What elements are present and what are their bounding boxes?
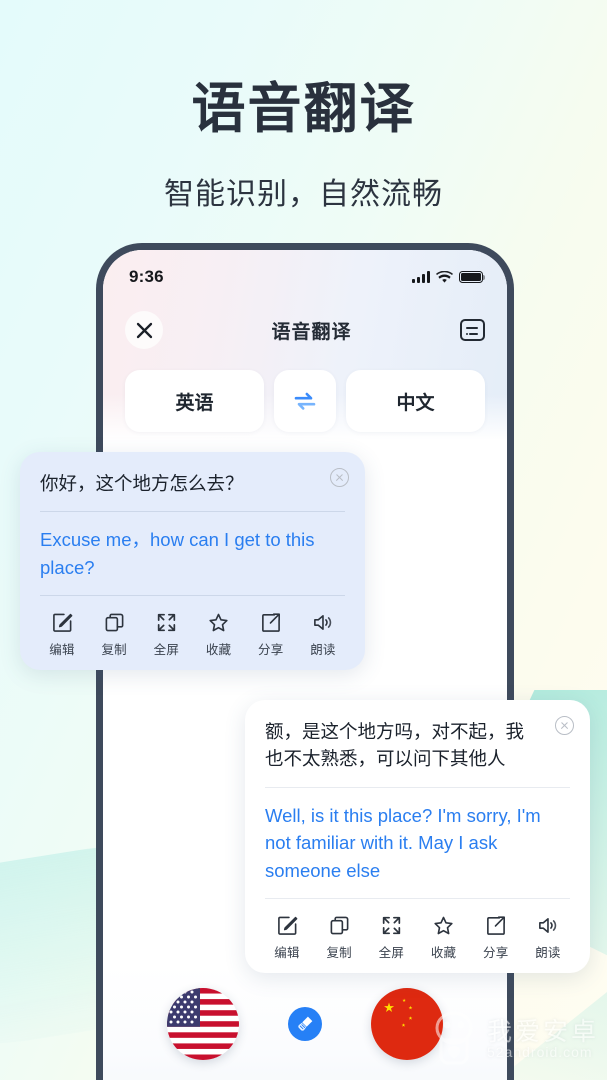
copy-icon (104, 612, 125, 633)
fullscreen-icon (156, 612, 177, 633)
action-label: 编辑 (49, 643, 75, 658)
action-speak[interactable]: 朗读 (303, 612, 343, 658)
action-label: 朗读 (535, 945, 561, 960)
message-actions: 编辑 复制 全屏 收藏 分享 朗读 (265, 913, 570, 961)
action-label: 全屏 (378, 945, 405, 960)
action-copy[interactable]: 复制 (319, 915, 359, 961)
action-label: 收藏 (205, 643, 232, 658)
wifi-icon (436, 270, 453, 283)
app-nav-bar: 语音翻译 (103, 302, 507, 358)
page-subtitle: 智能识别，自然流畅 (164, 178, 443, 211)
us-flag-icon[interactable] (167, 988, 240, 1060)
app-title: 语音翻译 (271, 321, 352, 343)
action-edit[interactable]: 编辑 (267, 915, 307, 961)
edit-icon (277, 915, 298, 936)
action-fullscreen[interactable]: 全屏 (146, 612, 186, 658)
speaker-icon (312, 612, 333, 633)
action-label: 朗读 (310, 643, 336, 658)
message-bubble[interactable]: 额，是这个地方吗，对不起，我也不太熟悉，可以问下其他人 Well, is it … (245, 700, 590, 973)
action-favorite[interactable]: 收藏 (424, 915, 464, 961)
swap-language-button[interactable] (274, 370, 336, 432)
message-actions: 编辑 复制 全屏 收藏 分享 朗读 (40, 610, 345, 658)
action-edit[interactable]: 编辑 (42, 612, 82, 658)
clear-button[interactable] (287, 1007, 322, 1041)
action-speak[interactable]: 朗读 (528, 915, 568, 961)
star-icon (208, 612, 229, 633)
action-label: 复制 (326, 945, 352, 960)
status-bar: 9:36 (103, 250, 507, 294)
bubble-divider (265, 897, 570, 899)
edit-icon (52, 612, 73, 633)
close-button[interactable] (125, 311, 163, 349)
action-label: 收藏 (430, 945, 457, 960)
bubble-divider (40, 511, 345, 513)
action-share[interactable]: 分享 (251, 612, 291, 658)
target-language-button[interactable]: 中文 (346, 370, 485, 432)
signal-bars-icon (412, 271, 430, 283)
status-time: 9:36 (129, 267, 164, 286)
bubble-divider (40, 595, 345, 597)
language-selector-row: 英语 中文 (125, 370, 485, 432)
fullscreen-icon (381, 915, 402, 936)
close-icon (136, 322, 152, 338)
bubble-divider (265, 786, 570, 788)
message-source-text: 额，是这个地方吗，对不起，我也不太熟悉，可以问下其他人 (265, 721, 525, 770)
china-flag-icon[interactable] (370, 988, 443, 1060)
message-target-text: Excuse me，how can I get to this place? (40, 529, 315, 578)
page-title: 语音翻译 (191, 79, 416, 139)
action-label: 全屏 (153, 643, 180, 658)
copy-icon (329, 915, 350, 936)
action-label: 分享 (483, 945, 509, 960)
action-fullscreen[interactable]: 全屏 (371, 915, 411, 961)
battery-full-icon (459, 271, 486, 283)
action-share[interactable]: 分享 (476, 915, 516, 961)
message-source-text: 你好，这个地方怎么去？ (40, 473, 244, 494)
close-circle-icon[interactable] (555, 716, 574, 735)
status-icons (412, 270, 486, 284)
speaker-icon (537, 915, 558, 936)
action-favorite[interactable]: 收藏 (199, 612, 239, 658)
bottom-action-bar (103, 965, 507, 1080)
source-language-button[interactable]: 英语 (125, 370, 264, 432)
share-icon (485, 915, 506, 936)
message-target-text: Well, is it this place? I'm sorry, I'm n… (265, 804, 541, 881)
star-icon (433, 915, 454, 936)
action-label: 分享 (258, 643, 284, 658)
swap-arrows-icon (294, 392, 316, 410)
share-icon (260, 612, 281, 633)
message-bubble[interactable]: 你好，这个地方怎么去？ Excuse me，how can I get to t… (20, 452, 365, 671)
action-label: 编辑 (274, 945, 300, 960)
list-settings-icon[interactable] (459, 319, 485, 341)
action-copy[interactable]: 复制 (94, 612, 134, 658)
broom-clear-icon (298, 1016, 313, 1031)
page-headings: 语音翻译 智能识别，自然流畅 (0, 0, 607, 213)
close-circle-icon[interactable] (330, 468, 349, 487)
action-label: 复制 (101, 643, 127, 658)
